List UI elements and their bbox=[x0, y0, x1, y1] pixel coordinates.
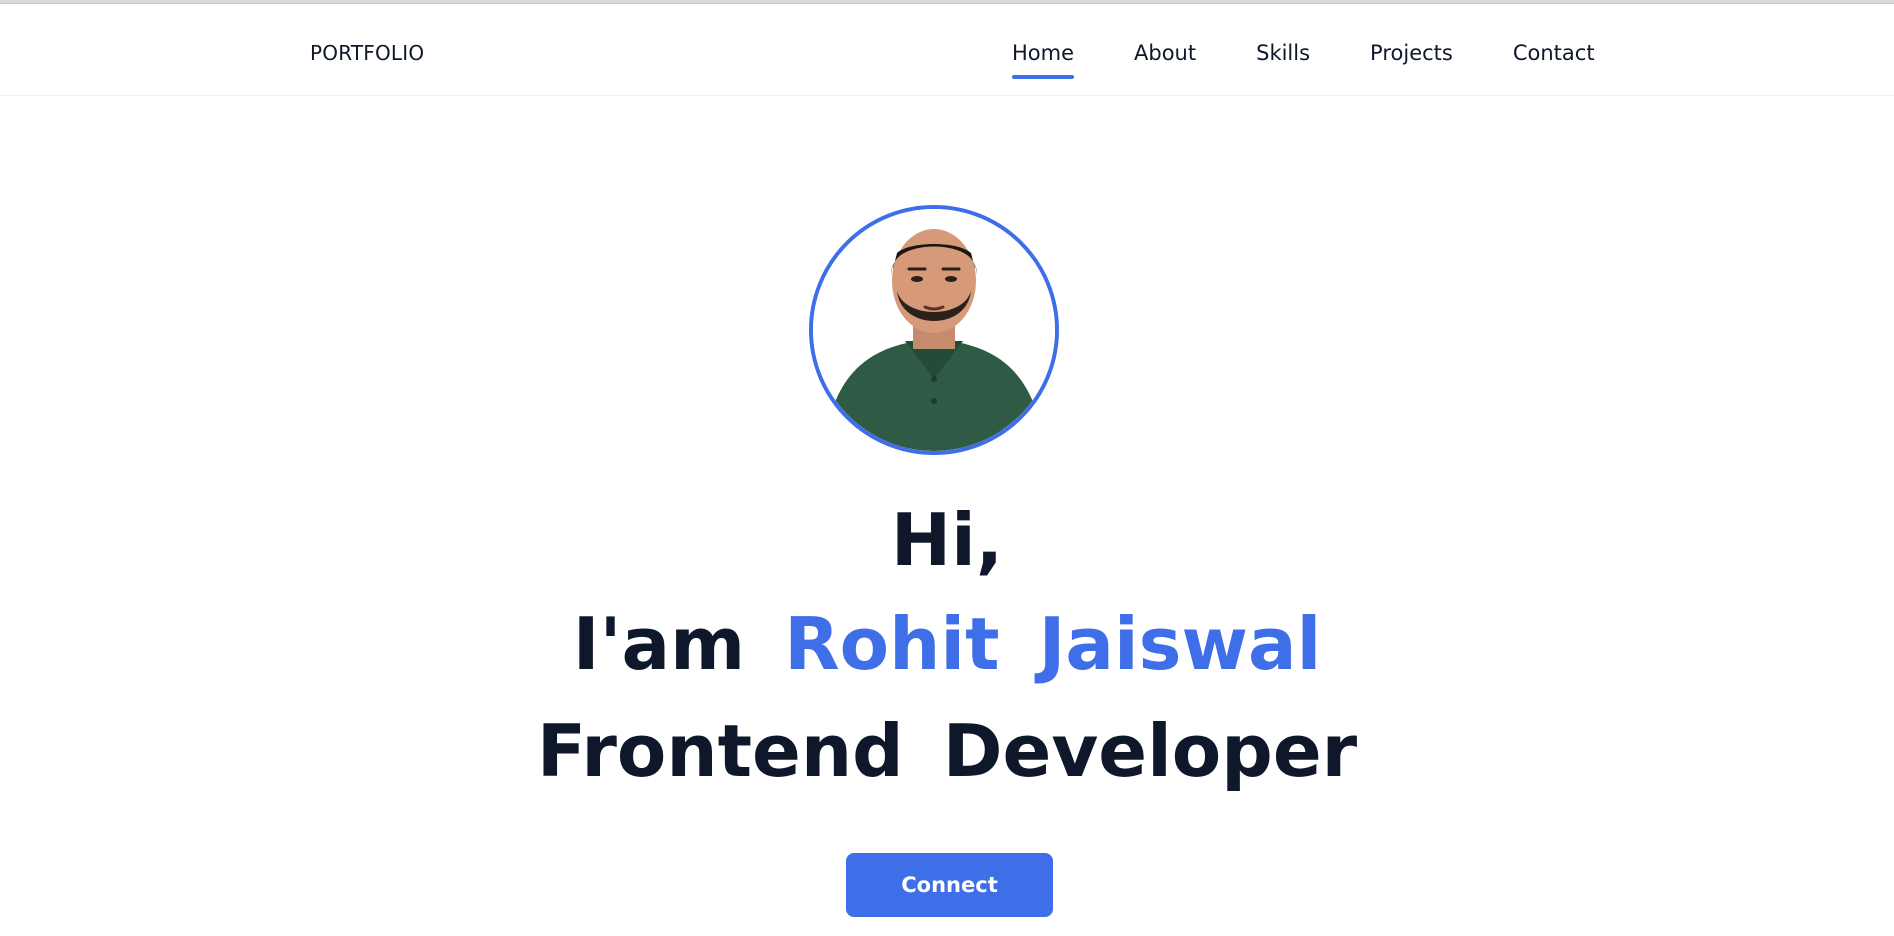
hero-role-line: Frontend Developer bbox=[0, 715, 1894, 787]
navbar: PORTFOLIO Home About Skills Projects Con… bbox=[0, 4, 1894, 96]
hero-name-line: I'am Rohit Jaiswal bbox=[0, 608, 1894, 680]
connect-button[interactable]: Connect bbox=[846, 853, 1053, 917]
profile-photo bbox=[813, 209, 1055, 451]
hero-role-word-1: Frontend bbox=[536, 709, 904, 793]
hero-last-name: Jaiswal bbox=[1038, 602, 1322, 686]
hero-section: Hi, I'am Rohit Jaiswal Frontend Develope… bbox=[0, 96, 1894, 936]
nav-skills-link[interactable]: Skills bbox=[1256, 41, 1310, 79]
nav-contact-link[interactable]: Contact bbox=[1513, 41, 1595, 79]
profile-avatar bbox=[809, 205, 1059, 455]
hero-greeting: Hi, bbox=[890, 498, 1004, 582]
brand-logo[interactable]: PORTFOLIO bbox=[310, 41, 424, 65]
nav-home-link[interactable]: Home bbox=[1012, 41, 1075, 79]
hero-role-word-2: Developer bbox=[942, 709, 1358, 793]
hero-first-name: Rohit bbox=[784, 602, 1000, 686]
nav-projects-link[interactable]: Projects bbox=[1370, 41, 1453, 79]
nav-about-link[interactable]: About bbox=[1134, 41, 1196, 79]
main-nav: Home About Skills Projects Contact bbox=[1012, 41, 1595, 79]
hero-intro-text: I'am bbox=[572, 602, 746, 686]
